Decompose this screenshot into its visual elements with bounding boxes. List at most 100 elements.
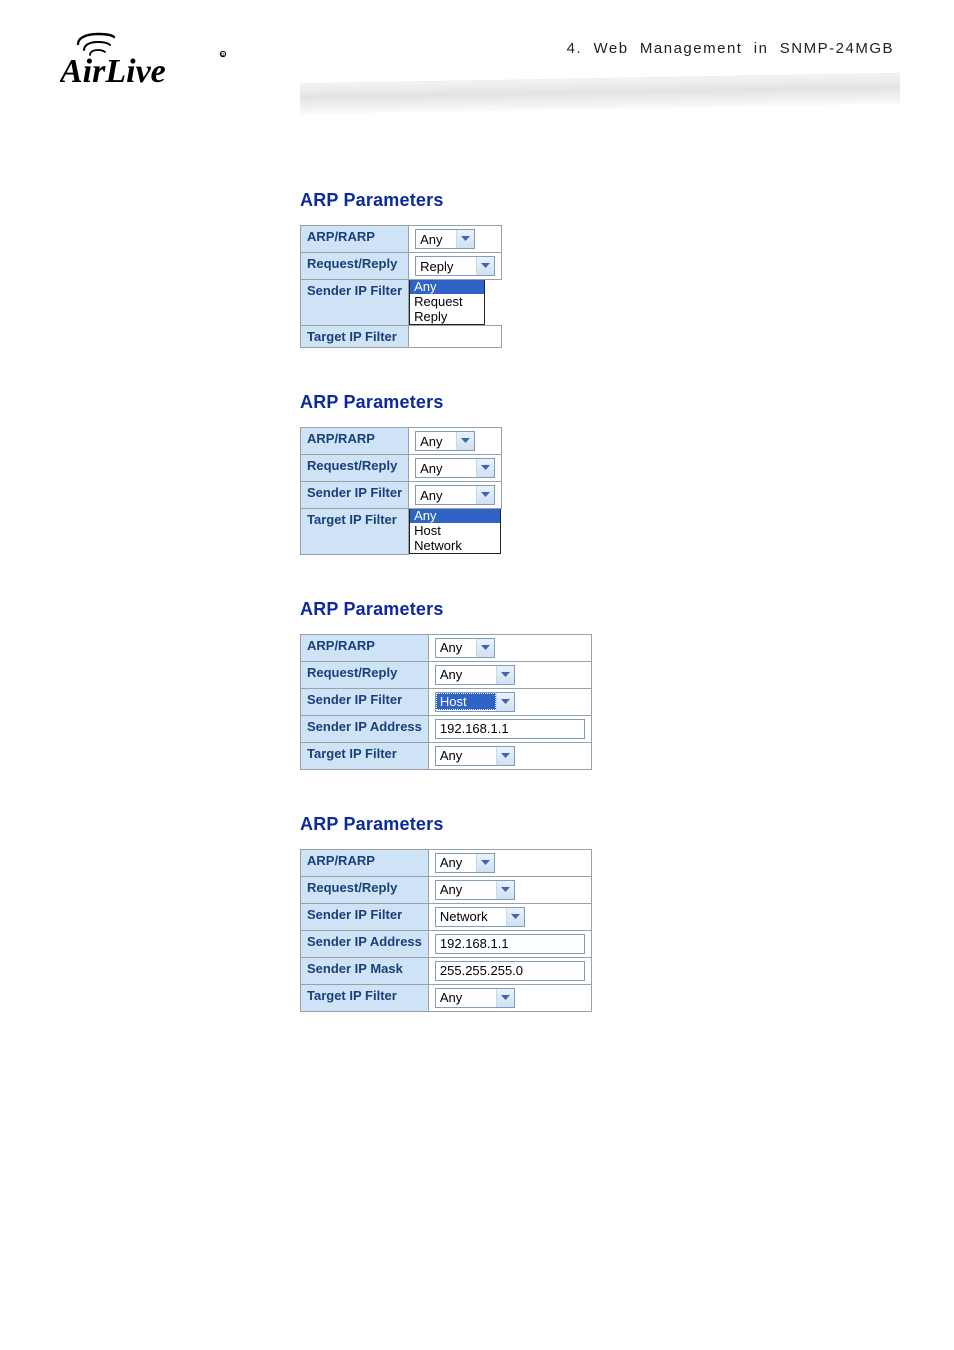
text-input[interactable]: 192.168.1.1 <box>435 934 585 954</box>
dropdown-option[interactable]: Reply <box>410 309 484 324</box>
chevron-down-icon <box>456 230 474 248</box>
dropdown-select[interactable]: Any <box>435 638 495 658</box>
dropdown-value: Any <box>436 854 476 871</box>
dropdown-option[interactable]: Host <box>410 523 500 538</box>
param-label: Sender IP Address <box>301 715 429 742</box>
dropdown-select[interactable]: Any <box>435 853 495 873</box>
param-row: Sender IP Filter Host <box>301 688 592 715</box>
dropdown-value: Any <box>436 881 496 898</box>
section-title: ARP Parameters <box>300 392 894 413</box>
param-row: ARP/RARP Any <box>301 849 592 876</box>
param-row: Sender IP Filter Any <box>301 482 502 509</box>
param-label: ARP/RARP <box>301 849 429 876</box>
chevron-down-icon <box>456 432 474 450</box>
dropdown-value: Any <box>436 989 496 1006</box>
param-value-cell: Any <box>428 742 591 769</box>
dropdown-option[interactable]: Any <box>410 279 484 294</box>
dropdown-value: Reply <box>416 258 476 275</box>
param-value-cell: AnyRequestReply <box>409 280 502 326</box>
param-value-cell <box>409 326 502 348</box>
param-value-cell: 255.255.255.0 <box>428 957 591 984</box>
param-value-cell: Any <box>428 849 591 876</box>
param-label: Sender IP Filter <box>301 482 409 509</box>
dropdown-select[interactable]: Any <box>435 746 515 766</box>
dropdown-select[interactable]: Any <box>415 458 495 478</box>
param-row: Request/Reply Any <box>301 661 592 688</box>
param-row: Sender IP FilterAnyRequestReply <box>301 280 502 326</box>
dropdown-select[interactable]: Host <box>435 692 515 712</box>
dropdown-value: Host <box>436 693 496 710</box>
param-label: Request/Reply <box>301 455 409 482</box>
dropdown-select[interactable]: Reply <box>415 256 495 276</box>
dropdown-option[interactable]: Request <box>410 294 484 309</box>
param-value-cell: Any <box>428 634 591 661</box>
dropdown-select[interactable]: Any <box>435 988 515 1008</box>
page-chapter-line: 4. Web Management in SNMP-24MGB <box>567 40 894 57</box>
arp-parameters-table: ARP/RARP Any Request/Reply Any Sender IP Fil… <box>300 634 592 770</box>
chevron-down-icon <box>496 693 514 711</box>
dropdown-select[interactable]: Network <box>435 907 525 927</box>
dropdown-value: Network <box>436 908 506 925</box>
param-label: Sender IP Mask <box>301 957 429 984</box>
dropdown-select[interactable]: Any <box>435 665 515 685</box>
chevron-down-icon <box>476 459 494 477</box>
text-input[interactable]: 192.168.1.1 <box>435 719 585 739</box>
dropdown-option[interactable]: Any <box>410 508 500 523</box>
param-row: Sender IP Address 192.168.1.1 <box>301 930 592 957</box>
dropdown-select[interactable]: Any <box>415 485 495 505</box>
arp-parameters-table: ARP/RARPAnyRequest/ReplyAnySender IP Fil… <box>300 849 592 1012</box>
param-row: Target IP Filter <box>301 326 502 348</box>
chevron-down-icon <box>506 908 524 926</box>
param-label: Target IP Filter <box>301 984 429 1011</box>
param-value-cell: Any <box>428 984 591 1011</box>
param-label: ARP/RARP <box>301 634 429 661</box>
param-value-cell: Any <box>428 661 591 688</box>
param-row: Target IP Filter Any <box>301 984 592 1011</box>
svg-text:AirLive: AirLive <box>60 53 166 90</box>
dropdown-listbox[interactable]: AnyRequestReply <box>409 279 485 325</box>
param-row: Request/ReplyAny <box>301 876 592 903</box>
dropdown-select[interactable]: Any <box>415 431 475 451</box>
param-row: Sender IP Filter Network <box>301 903 592 930</box>
dropdown-listbox[interactable]: AnyHostNetwork <box>409 508 501 554</box>
chevron-down-icon <box>496 989 514 1007</box>
param-value-cell: Any <box>409 428 502 455</box>
param-value-cell: 192.168.1.1 <box>428 930 591 957</box>
svg-text:R: R <box>221 53 225 59</box>
param-label: Sender IP Address <box>301 930 429 957</box>
param-value-cell: Host <box>428 688 591 715</box>
brand-logo: AirLive R <box>60 30 270 92</box>
param-label: Request/Reply <box>301 253 409 280</box>
param-row: Request/Reply Any <box>301 455 502 482</box>
param-label: Sender IP Filter <box>301 280 409 326</box>
param-row: Target IP FilterAnyHostNetwork <box>301 509 502 555</box>
param-row: Sender IP Address 192.168.1.1 <box>301 715 592 742</box>
chevron-down-icon <box>476 486 494 504</box>
section-title: ARP Parameters <box>300 814 894 835</box>
dropdown-option[interactable]: Network <box>410 538 500 553</box>
param-label: Sender IP Filter <box>301 903 429 930</box>
param-row: ARP/RARP Any <box>301 226 502 253</box>
param-label: Request/Reply <box>301 661 429 688</box>
param-value-cell: AnyHostNetwork <box>409 509 502 555</box>
dropdown-value: Any <box>436 666 496 683</box>
param-label: Target IP Filter <box>301 326 409 348</box>
header-divider <box>300 73 900 114</box>
dropdown-value: Any <box>436 639 476 656</box>
chevron-down-icon <box>496 747 514 765</box>
dropdown-select[interactable]: Any <box>435 880 515 900</box>
param-label: ARP/RARP <box>301 226 409 253</box>
param-label: Sender IP Filter <box>301 688 429 715</box>
param-value-cell: 192.168.1.1 <box>428 715 591 742</box>
dropdown-value: Any <box>416 433 456 450</box>
chevron-down-icon <box>496 666 514 684</box>
text-input[interactable]: 255.255.255.0 <box>435 961 585 981</box>
dropdown-select[interactable]: Any <box>415 229 475 249</box>
param-value-cell: Any <box>409 482 502 509</box>
param-value-cell: Reply <box>409 253 502 280</box>
param-value-cell: Network <box>428 903 591 930</box>
param-value-cell: Any <box>409 455 502 482</box>
chevron-down-icon <box>476 854 494 872</box>
param-row: Sender IP Mask 255.255.255.0 <box>301 957 592 984</box>
dropdown-value: Any <box>416 460 476 477</box>
